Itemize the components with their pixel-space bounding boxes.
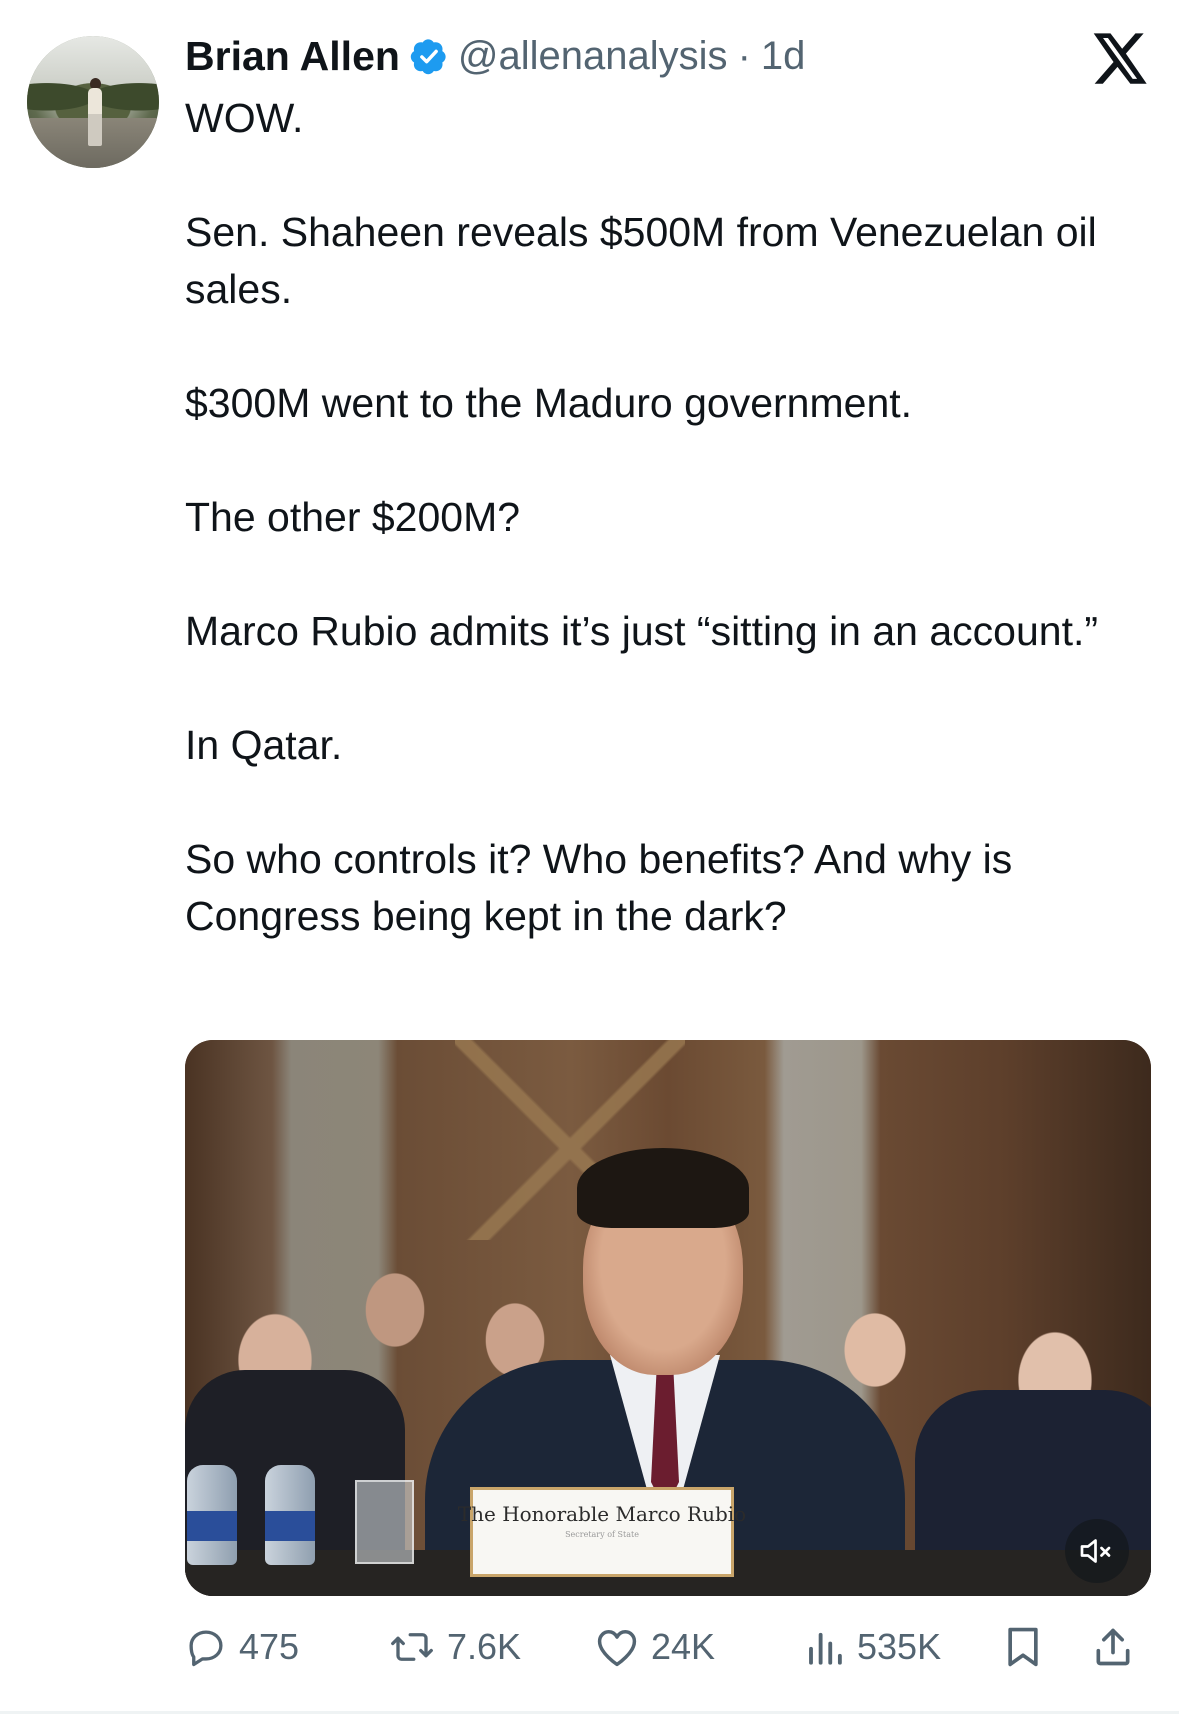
repost-count: 7.6K	[447, 1626, 522, 1667]
reply-icon	[189, 1630, 223, 1667]
reply-count: 475	[239, 1626, 300, 1667]
verified-badge-icon[interactable]	[410, 37, 448, 75]
avatar[interactable]	[27, 36, 159, 168]
x-logo-icon[interactable]	[1093, 33, 1149, 85]
reply-button[interactable]: 475	[185, 1612, 299, 1682]
author-handle[interactable]: @allenanalysis	[458, 34, 728, 79]
like-count: 24K	[651, 1626, 716, 1667]
water-bottle	[187, 1465, 237, 1565]
water-glass	[355, 1480, 414, 1564]
nameplate: The Honorable Marco Rubio Secretary of S…	[458, 1487, 746, 1577]
share-icon	[1096, 1628, 1130, 1666]
views-button[interactable]: 535K	[805, 1612, 941, 1682]
tweet-paragraph: $300M went to the Maduro government.	[185, 380, 913, 426]
tweet-paragraph: In Qatar.	[185, 722, 343, 768]
nameplate-title: The Honorable Marco Rubio	[457, 1502, 747, 1526]
post-time[interactable]: 1d	[761, 34, 806, 79]
tweet-paragraph: So who controls it? Who benefits? And wh…	[185, 836, 1013, 939]
tweet-text: WOW. Sen. Shaheen reveals $500M from Ven…	[185, 90, 1145, 945]
tweet-paragraph: Marco Rubio admits it’s just “sitting in…	[185, 608, 1099, 654]
like-button[interactable]: 24K	[595, 1612, 715, 1682]
speaker-muted-icon	[1080, 1539, 1111, 1563]
tweet-paragraph: The other $200M?	[185, 494, 521, 540]
tweet-paragraph: Sen. Shaheen reveals $500M from Venezuel…	[185, 209, 1097, 312]
avatar-person	[88, 88, 102, 146]
heart-icon	[597, 1630, 637, 1667]
author-name[interactable]: Brian Allen	[185, 33, 400, 80]
mute-button[interactable]	[1065, 1519, 1129, 1583]
nameplate-subtitle: Secretary of State	[565, 1530, 639, 1539]
tweet-header: Brian Allen @allenanalysis · 1d	[185, 28, 805, 84]
speaker-hair	[577, 1148, 749, 1228]
repost-icon	[391, 1633, 433, 1661]
video-player[interactable]: The Honorable Marco Rubio Secretary of S…	[185, 1040, 1151, 1596]
tweet-paragraph: WOW.	[185, 95, 304, 141]
action-bar: 475 7.6K 24K 535K	[185, 1612, 1151, 1682]
water-bottle	[265, 1465, 315, 1565]
bottle-label	[265, 1511, 315, 1541]
repost-button[interactable]: 7.6K	[389, 1612, 521, 1682]
views-icon	[809, 1632, 842, 1665]
bottle-label	[187, 1511, 237, 1541]
bookmark-button[interactable]	[1003, 1612, 1043, 1682]
share-button[interactable]	[1091, 1612, 1135, 1682]
bookmark-icon	[1008, 1627, 1038, 1667]
views-count: 535K	[857, 1626, 942, 1667]
separator-dot: ·	[737, 33, 751, 78]
